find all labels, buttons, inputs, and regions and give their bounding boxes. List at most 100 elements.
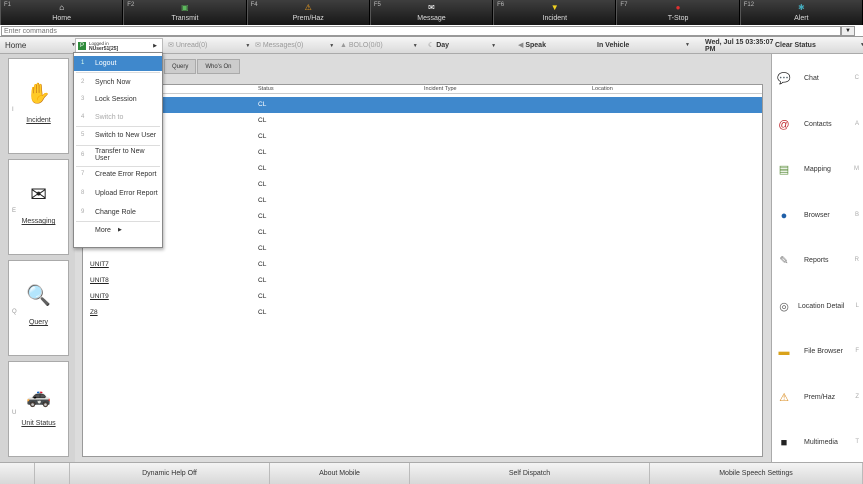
bottom-button-self-dispatch[interactable]: Self Dispatch [410,463,650,484]
tile-shortcut-key: Q [12,309,17,315]
speaker-icon: ◀ [518,42,524,49]
tool-browser[interactable]: ● Browser B [772,209,863,225]
menu-item-synch-now[interactable]: 2 Synch Now [74,75,162,90]
vehicle-status-selector[interactable]: In Vehicle ▼ [597,37,690,54]
table-row[interactable]: CL [83,193,762,209]
table-row[interactable]: CL [83,129,762,145]
bottom-button-mobile-speech-settings[interactable]: Mobile Speech Settings [650,463,863,484]
tool-chat[interactable]: 💬 Chat C [772,72,863,88]
tool-shortcut-key: F [855,348,859,354]
table-row[interactable]: CL [83,209,762,225]
menu-item-label: Switch to [95,113,124,121]
bolo-label: BOLO(0/0) [348,42,383,49]
menu-separator [76,126,160,127]
tool-reports[interactable]: ✎ Reports R [772,254,863,270]
tab-query[interactable]: Query [164,59,197,74]
tab-who-s-on[interactable]: Who's On [197,59,240,74]
unread-indicator[interactable]: ✉ Unread(0) ▼ [168,37,250,54]
column-header-location[interactable]: Location [592,86,613,92]
tool-shortcut-key: A [854,120,859,127]
command-dropdown-button[interactable]: ▼ [841,26,855,36]
chevron-down-icon: ▼ [329,43,335,49]
menu-item-more[interactable]: More ▶ [74,223,162,238]
menu-item-lock-session[interactable]: 3 Lock Session [74,92,162,107]
tile-unit-status[interactable]: U 🚓 Unit Status [8,361,69,457]
tile-label: Query [28,319,49,326]
multimedia-icon: ■ [780,437,788,449]
fkey-label: Incident [542,15,568,22]
clear-status-button[interactable]: Clear Status ▼ [775,37,863,54]
menu-item-label: Transfer to New User [95,148,145,162]
table-row[interactable]: UNIT9 CL [83,289,762,305]
menu-item-number: 3 [81,95,85,102]
menu-item-upload-error-report[interactable]: 8 Upload Error Report [74,186,162,201]
tile-label: Unit Status [21,420,56,427]
table-row[interactable]: CL [83,241,762,257]
tab-strip: Query Who's On [164,59,241,74]
t-stop-icon: ● [675,3,681,12]
command-input[interactable] [1,26,841,36]
fkey-home[interactable]: F1 ⌂ Home [0,0,124,25]
unit-name[interactable]: UNIT7 [90,261,109,268]
menu-separator [76,221,160,222]
status-cell: CL [258,197,267,204]
table-row[interactable]: CL [83,161,762,177]
menu-item-create-error-report[interactable]: 7 Create Error Report [74,167,162,182]
menu-item-logout[interactable]: 1 Logout [74,56,162,71]
messages-indicator[interactable]: ✉ Messages(0) ▼ [255,37,334,54]
logged-in-selector[interactable]: P Logged in NUser51[25] ▶ [75,38,163,53]
menu-item-transfer-to-new-user[interactable]: 6 Transfer to New User [74,147,162,165]
menu-item-change-role[interactable]: 9 Change Role [74,205,162,220]
menu-item-label: Upload Error Report [95,189,158,197]
home-selector[interactable]: Home ▼ [5,37,76,54]
fkey-prem-haz[interactable]: F4 ⚠ Prem/Haz [246,0,370,25]
chevron-down-icon: ▼ [245,43,251,49]
fkey-incident[interactable]: F6 ▼ Incident [493,0,617,25]
menu-separator [76,72,160,73]
fkey-alert[interactable]: F12 ✱ Alert [739,0,863,25]
table-row[interactable]: UNIT7 CL [83,257,762,273]
fkey-label: T-Stop [667,15,689,22]
tool-label: Location Detail [798,302,845,310]
unit-name[interactable]: UNIT8 [90,277,109,284]
bottom-button-about-mobile[interactable]: About Mobile [270,463,410,484]
date-time-display: Wed, Jul 15 03:35:07 PM [705,39,773,56]
unit-name[interactable]: UNIT9 [90,293,109,300]
tile-messaging[interactable]: E ✉ Messaging [8,159,69,255]
left-tile-panel: I ✋ Incident E ✉ Messaging Q 🔍 Query U 🚓 Unit Statu… [0,54,75,462]
chevron-right-icon: ▶ [153,43,157,49]
fkey-transmit[interactable]: F2 ▣ Transmit [123,0,247,25]
table-row[interactable]: CL [83,97,762,113]
tool-file-browser[interactable]: ▬ File Browser F [772,345,863,361]
menu-item-number: 2 [81,78,85,85]
status-cell: CL [258,165,267,172]
menu-item-number: 4 [81,113,85,120]
tile-query[interactable]: Q 🔍 Query [8,260,69,356]
fkey-message[interactable]: F5 ✉ Message [369,0,494,25]
tool-contacts[interactable]: @ Contacts A [772,118,863,134]
status-cell: CL [258,181,267,188]
table-row[interactable]: Z8 CL [83,305,762,321]
tool-mapping[interactable]: ▤ Mapping M [772,163,863,179]
unit-name[interactable]: Z8 [90,309,98,316]
fkey-label: Prem/Haz [292,15,324,22]
column-header-incident-type[interactable]: Incident Type [424,86,457,92]
bolo-indicator[interactable]: ▲ BOLO(0/0) ▼ [340,37,418,54]
table-row[interactable]: CL [83,225,762,241]
status-cell: CL [258,309,267,316]
tool-multimedia[interactable]: ■ Multimedia T [772,436,863,452]
tool-prem-haz[interactable]: ⚠ Prem/Haz Z [772,391,863,407]
speak-button[interactable]: ◀ Speak [518,37,546,54]
menu-item-switch-to-new-user[interactable]: 5 Switch to New User [74,128,162,144]
day-night-toggle[interactable]: ☾ Day ▼ [428,37,496,54]
table-row[interactable]: UNIT8 CL [83,273,762,289]
tile-incident[interactable]: I ✋ Incident [8,58,69,154]
fkey-t-stop[interactable]: F7 ● T-Stop [616,0,740,25]
table-row[interactable]: CL [83,113,762,129]
table-row[interactable]: CL [83,145,762,161]
home-icon: ⌂ [59,3,65,12]
tool-location-detail[interactable]: ◎ Location Detail L [772,300,863,316]
column-header-status[interactable]: Status [258,86,274,92]
table-row[interactable]: CL [83,177,762,193]
bottom-button-dynamic-help-off[interactable]: Dynamic Help Off [70,463,270,484]
